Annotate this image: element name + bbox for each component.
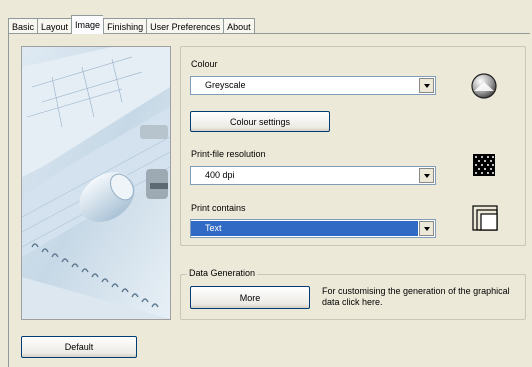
- overlapping-pages-icon: [472, 205, 498, 233]
- resolution-value: 400 dpi: [205, 170, 235, 180]
- colour-value: Greyscale: [205, 80, 246, 90]
- default-button[interactable]: Default: [21, 336, 137, 358]
- dropdown-arrow-icon[interactable]: [419, 168, 434, 183]
- tab-about[interactable]: About: [223, 18, 255, 34]
- print-contains-value: Text: [191, 221, 418, 236]
- dropdown-arrow-icon[interactable]: [419, 78, 434, 93]
- print-contains-select[interactable]: Text: [190, 219, 436, 238]
- dot-grid-icon: [473, 154, 495, 178]
- colour-settings-button[interactable]: Colour settings: [190, 111, 330, 132]
- data-generation-description: For customising the generation of the gr…: [322, 286, 510, 307]
- tab-layout[interactable]: Layout: [37, 18, 72, 34]
- print-contains-label: Print contains: [191, 203, 246, 213]
- greyscale-circle-icon: [470, 72, 498, 102]
- tab-basic[interactable]: Basic: [8, 18, 38, 34]
- tab-strip: Basic Layout Image Finishing User Prefer…: [8, 15, 255, 34]
- resolution-label: Print-file resolution: [191, 149, 266, 159]
- colour-label: Colour: [191, 59, 218, 69]
- tab-user-preferences[interactable]: User Preferences: [146, 18, 224, 34]
- data-generation-legend: Data Generation: [187, 268, 258, 278]
- colour-select[interactable]: Greyscale: [190, 76, 436, 95]
- resolution-select[interactable]: 400 dpi: [190, 166, 436, 185]
- more-button[interactable]: More: [190, 286, 310, 309]
- blueprint-photo: [21, 46, 171, 320]
- dropdown-arrow-icon[interactable]: [419, 221, 434, 236]
- tab-finishing[interactable]: Finishing: [103, 18, 147, 34]
- tab-image[interactable]: Image: [71, 15, 104, 34]
